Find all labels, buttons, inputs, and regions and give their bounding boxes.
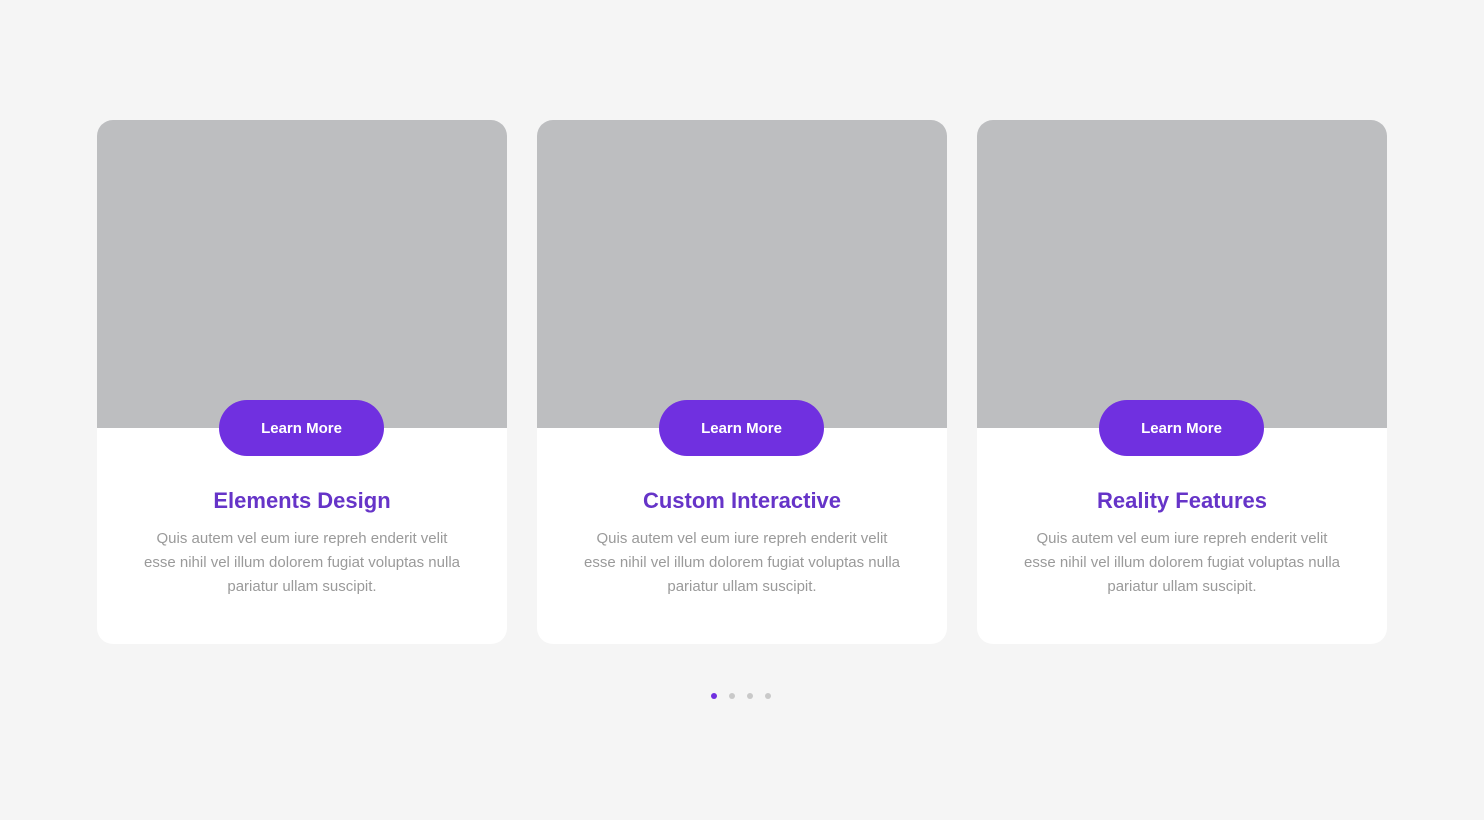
pagination-dot-1[interactable] (711, 693, 717, 699)
card-elements-design: Learn More Elements Design Quis autem ve… (97, 120, 507, 644)
card-reality-features: Learn More Reality Features Quis autem v… (977, 120, 1387, 644)
learn-more-button[interactable]: Learn More (219, 400, 384, 456)
card-image-placeholder (537, 120, 947, 428)
learn-more-button[interactable]: Learn More (659, 400, 824, 456)
card-title: Elements Design (213, 488, 391, 513)
card-description: Quis autem vel eum iure repreh enderit v… (1024, 530, 1340, 595)
carousel-pagination (711, 693, 771, 699)
card-title: Reality Features (1097, 488, 1267, 513)
card-image-placeholder (97, 120, 507, 428)
card-image-placeholder (977, 120, 1387, 428)
card-title: Custom Interactive (642, 488, 842, 513)
card-description: Quis autem vel eum iure repreh enderit v… (144, 530, 460, 595)
card-carousel: Learn More Elements Design Quis autem ve… (97, 120, 1387, 644)
pagination-dot-2[interactable] (729, 693, 735, 699)
pagination-dot-4[interactable] (765, 693, 771, 699)
learn-more-button[interactable]: Learn More (1099, 400, 1264, 456)
card-custom-interactive: Learn More Custom Interactive Quis autem… (537, 120, 947, 644)
card-description: Quis autem vel eum iure repreh enderit v… (584, 530, 900, 595)
pagination-dot-3[interactable] (747, 693, 753, 699)
